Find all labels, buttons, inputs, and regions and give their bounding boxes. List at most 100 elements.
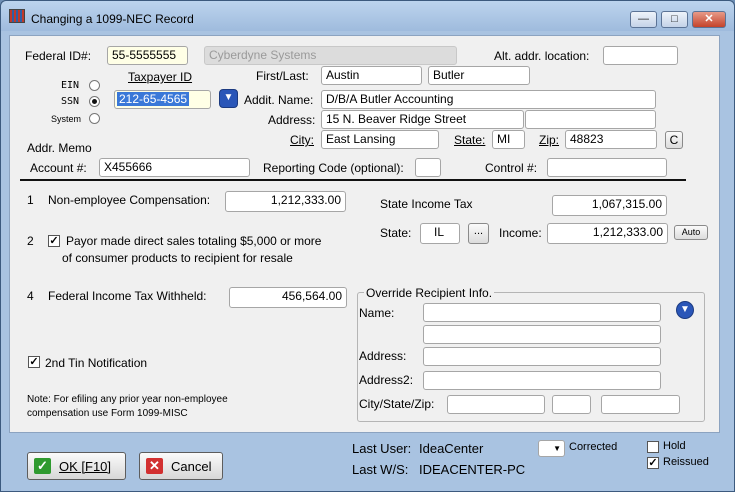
- minimize-button[interactable]: —: [630, 11, 657, 28]
- window-title: Changing a 1099-NEC Record: [31, 12, 194, 26]
- c-button[interactable]: C: [665, 131, 683, 149]
- addit-name-label: Addit. Name:: [244, 93, 314, 107]
- city-field[interactable]: East Lansing: [321, 130, 439, 149]
- app-form-icon: [9, 9, 25, 23]
- box2-label-line1: Payor made direct sales totaling $5,000 …: [66, 234, 322, 248]
- override-name-label: Name:: [359, 306, 395, 320]
- last-name-field[interactable]: Butler: [428, 66, 530, 85]
- income-label: Income:: [499, 226, 542, 240]
- address2-field[interactable]: [525, 110, 656, 129]
- override-city-field[interactable]: [447, 395, 545, 414]
- control-field[interactable]: [547, 158, 667, 177]
- reporting-code-field[interactable]: [415, 158, 441, 177]
- auto-button[interactable]: Auto: [674, 225, 708, 240]
- system-label: System: [51, 114, 82, 124]
- state-income-tax-field[interactable]: 1,067,315.00: [552, 195, 667, 216]
- box2-number: 2: [27, 234, 34, 248]
- second-tin-checkbox[interactable]: ✓: [28, 356, 40, 368]
- chevron-down-circle-icon: ▼: [223, 92, 234, 103]
- ein-label: EIN: [61, 80, 80, 91]
- cancel-label: Cancel: [171, 459, 212, 474]
- footer-bar: ✓ OK [F10] ✕ Cancel Last User: IdeaCente…: [9, 435, 720, 487]
- dialog-window: Changing a 1099-NEC Record — □ ✕ Federal…: [0, 0, 735, 492]
- ein-radio[interactable]: [89, 80, 100, 91]
- maximize-button[interactable]: □: [661, 11, 688, 28]
- corrected-label: Corrected: [569, 441, 618, 453]
- chevron-down-icon: ▼: [553, 444, 561, 453]
- corrected-dropdown[interactable]: ▼: [538, 440, 565, 457]
- zip-label: Zip:: [539, 133, 560, 147]
- box1-label: Non-employee Compensation:: [48, 193, 211, 207]
- last-user-value: IdeaCenter: [419, 441, 484, 456]
- addit-name-field[interactable]: D/B/A Butler Accounting: [321, 90, 656, 109]
- last-user-label: Last User:: [352, 441, 412, 456]
- direct-sales-checkbox[interactable]: ✓: [48, 235, 60, 247]
- box4-number: 4: [27, 289, 34, 303]
- company-name-field: Cyberdyne Systems: [204, 46, 457, 65]
- x-icon: ✕: [146, 458, 163, 474]
- taxpayer-lookup-button[interactable]: ▼: [219, 89, 238, 108]
- note-line2: compensation use Form 1099-MISC: [27, 408, 188, 419]
- override-zip-field[interactable]: [601, 395, 680, 414]
- alt-addr-label: Alt. addr. location:: [494, 49, 590, 63]
- title-bar[interactable]: Changing a 1099-NEC Record — □ ✕: [1, 1, 734, 31]
- city-label: City:: [290, 133, 314, 147]
- box1-number: 1: [27, 193, 34, 207]
- override-csz-label: City/State/Zip:: [359, 397, 435, 411]
- ok-button[interactable]: ✓ OK [F10]: [27, 452, 126, 480]
- state-field[interactable]: MI: [492, 130, 525, 149]
- body-state-label: State:: [380, 226, 412, 240]
- ok-label: OK [F10]: [59, 459, 112, 474]
- income-field[interactable]: 1,212,333.00: [547, 223, 668, 244]
- note-line1: Note: For efiling any prior year non-emp…: [27, 394, 228, 405]
- state-lookup-button[interactable]: ...: [468, 223, 489, 244]
- state-label: State:: [454, 133, 486, 147]
- cancel-button[interactable]: ✕ Cancel: [139, 452, 223, 480]
- system-radio[interactable]: [89, 113, 100, 124]
- first-last-label: First/Last:: [256, 69, 309, 83]
- box2-label-line2: of consumer products to recipient for re…: [62, 251, 293, 265]
- reissued-checkbox[interactable]: ✓: [647, 457, 659, 469]
- first-name-field[interactable]: Austin: [321, 66, 422, 85]
- last-ws-value: IDEACENTER-PC: [419, 462, 526, 477]
- override-name2-field[interactable]: [423, 325, 661, 344]
- zip-field[interactable]: 48823: [565, 130, 657, 149]
- form-panel: Federal ID#: 55-5555555 Cyberdyne System…: [9, 35, 720, 433]
- account-label: Account #:: [30, 161, 87, 175]
- addr-memo-label: Addr. Memo: [27, 141, 92, 155]
- address-label: Address:: [268, 113, 316, 127]
- box4-label: Federal Income Tax Withheld:: [48, 289, 207, 303]
- section-divider: [20, 179, 686, 181]
- body-state-field[interactable]: IL: [420, 223, 460, 244]
- second-tin-label: 2nd Tin Notification: [45, 356, 148, 370]
- taxpayer-id-field[interactable]: 212-65-4565: [114, 90, 211, 109]
- ssn-radio[interactable]: [89, 96, 100, 107]
- override-lookup-button[interactable]: ▼: [676, 301, 694, 319]
- override-group-title: Override Recipient Info.: [364, 286, 495, 300]
- override-address2-label: Address2:: [359, 373, 414, 387]
- box1-compensation-field[interactable]: 1,212,333.00: [225, 191, 346, 212]
- override-address2-field[interactable]: [423, 371, 661, 390]
- close-button[interactable]: ✕: [692, 11, 726, 28]
- control-label: Control #:: [485, 161, 538, 175]
- check-icon: ✓: [34, 458, 51, 474]
- state-income-tax-label: State Income Tax: [380, 197, 473, 211]
- taxpayer-id-value: 212-65-4565: [117, 92, 190, 106]
- override-address-field[interactable]: [423, 347, 661, 366]
- box4-withheld-field[interactable]: 456,564.00: [229, 287, 347, 308]
- chevron-down-circle-icon: ▼: [680, 304, 690, 315]
- ssn-label: SSN: [61, 96, 80, 107]
- federal-id-field[interactable]: 55-5555555: [107, 46, 188, 65]
- account-field[interactable]: X455666: [99, 158, 250, 177]
- reporting-code-label: Reporting Code (optional):: [263, 161, 404, 175]
- alt-addr-field[interactable]: [603, 46, 678, 65]
- override-name-field[interactable]: [423, 303, 661, 322]
- override-state-field[interactable]: [552, 395, 591, 414]
- address-field[interactable]: 15 N. Beaver Ridge Street: [321, 110, 524, 129]
- reissued-label: Reissued: [663, 456, 709, 468]
- hold-label: Hold: [663, 440, 686, 452]
- federal-id-label: Federal ID#:: [25, 49, 92, 63]
- taxpayer-id-label: Taxpayer ID: [128, 70, 193, 84]
- last-ws-label: Last W/S:: [352, 462, 409, 477]
- hold-checkbox[interactable]: [647, 441, 659, 453]
